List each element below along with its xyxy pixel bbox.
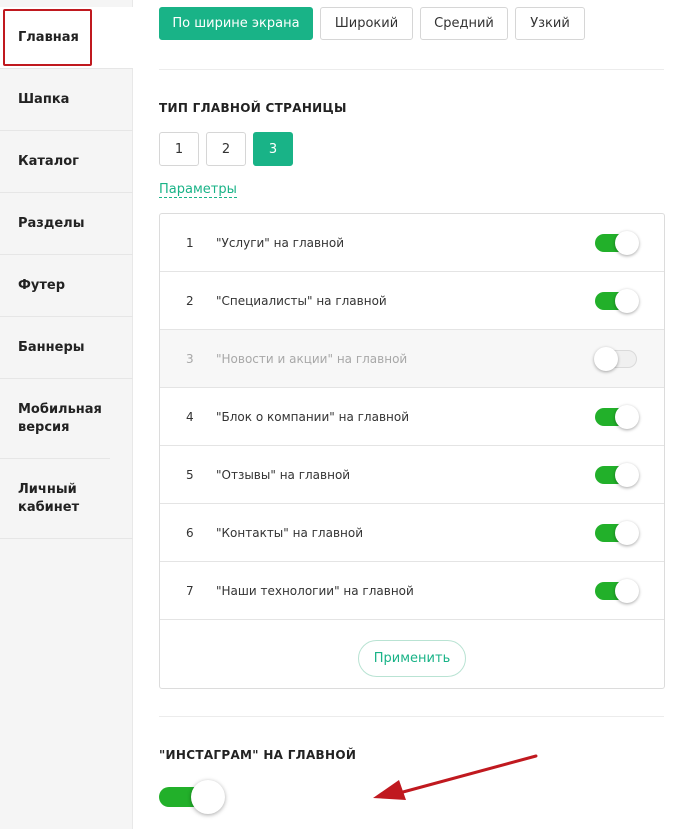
sidebar-divider [0, 459, 133, 539]
block-number: 2 [186, 293, 194, 308]
annotation-arrow-icon [373, 754, 538, 800]
block-row: 1 "Услуги" на главной [160, 214, 664, 272]
block-toggle[interactable] [595, 289, 639, 313]
home-type-option-2[interactable]: 2 [206, 132, 246, 166]
toggle-knob [191, 780, 225, 814]
block-label: "Наши технологии" на главной [216, 583, 414, 598]
home-type-option-3[interactable]: 3 [253, 132, 293, 166]
block-number: 4 [186, 409, 194, 424]
active-item-highlight [3, 9, 92, 66]
block-toggle[interactable] [595, 579, 639, 603]
settings-sidebar: Главная Шапка Каталог Разделы Футер Банн… [0, 0, 133, 829]
block-row: 3 "Новости и акции" на главной [160, 330, 664, 388]
block-toggle[interactable] [595, 521, 639, 545]
instagram-title: "Инстаграм" на главной [159, 748, 357, 762]
block-row: 5 "Отзывы" на главной [160, 446, 664, 504]
block-number: 1 [186, 235, 194, 250]
width-option-label: По ширине экрана [172, 16, 300, 31]
sidebar-item-label: Каталог [18, 153, 79, 169]
block-label: "Блок о компании" на главной [216, 409, 410, 424]
block-row: 6 "Контакты" на главной [160, 504, 664, 562]
toggle-knob [594, 347, 618, 371]
sidebar-item-label: Баннеры [18, 339, 85, 355]
sidebar-item-label: Шапка [18, 91, 70, 107]
block-toggle[interactable] [595, 231, 639, 255]
toggle-knob [615, 289, 639, 313]
sidebar-item-label: Футер [18, 277, 66, 293]
block-label: "Отзывы" на главной [216, 467, 351, 482]
width-option-narrow[interactable]: Узкий [515, 7, 585, 40]
sidebar-item-banners[interactable]: Баннеры [0, 317, 133, 379]
toggle-knob [615, 521, 639, 545]
toggle-knob [615, 463, 639, 487]
sidebar-item-catalog[interactable]: Каталог [0, 131, 133, 193]
width-option-medium[interactable]: Средний [420, 7, 508, 40]
apply-button-label: Применить [373, 651, 451, 666]
width-option-label: Широкий [334, 16, 399, 31]
width-option-label: Средний [434, 16, 494, 31]
block-number: 6 [186, 525, 194, 540]
toggle-knob [615, 579, 639, 603]
home-type-title: Тип главной страницы [159, 101, 347, 115]
block-toggle[interactable] [595, 463, 639, 487]
apply-button[interactable]: Применить [358, 640, 466, 677]
sidebar-item-label: Разделы [18, 215, 85, 231]
block-label: "Услуги" на главной [216, 235, 345, 250]
block-row: 7 "Наши технологии" на главной [160, 562, 664, 620]
instagram-toggle[interactable] [159, 780, 225, 814]
block-row: 2 "Специалисты" на главной [160, 272, 664, 330]
block-label: "Контакты" на главной [216, 525, 364, 540]
width-option-wide[interactable]: Широкий [320, 7, 413, 40]
home-type-option-label: 1 [174, 141, 184, 157]
block-number: 3 [186, 351, 194, 366]
width-option-full[interactable]: По ширине экрана [159, 7, 313, 40]
section-divider [159, 716, 664, 717]
block-number: 5 [186, 467, 194, 482]
toggle-knob [615, 405, 639, 429]
block-number: 7 [186, 583, 194, 598]
params-link[interactable]: Параметры [159, 182, 237, 198]
home-type-option-label: 3 [268, 141, 278, 157]
width-option-label: Узкий [530, 16, 570, 31]
section-divider [159, 69, 664, 70]
sidebar-item-header[interactable]: Шапка [0, 69, 133, 131]
sidebar-item-mobile[interactable]: Мобильная версия [0, 379, 110, 459]
settings-main: По ширине экрана Широкий Средний Узкий Т… [133, 0, 686, 829]
block-label: "Новости и акции" на главной [216, 351, 408, 366]
block-toggle[interactable] [595, 405, 639, 429]
block-toggle[interactable] [594, 347, 637, 371]
block-label: "Специалисты" на главной [216, 293, 387, 308]
block-row: 4 "Блок о компании" на главной [160, 388, 664, 446]
sidebar-item-footer[interactable]: Футер [0, 255, 133, 317]
sidebar-item-sections[interactable]: Разделы [0, 193, 133, 255]
sidebar-item-label: Мобильная версия [18, 401, 102, 435]
toggle-knob [615, 231, 639, 255]
blocks-panel: 1 "Услуги" на главной 2 "Специалисты" на… [159, 213, 665, 689]
home-type-option-label: 2 [221, 141, 231, 157]
home-type-option-1[interactable]: 1 [159, 132, 199, 166]
